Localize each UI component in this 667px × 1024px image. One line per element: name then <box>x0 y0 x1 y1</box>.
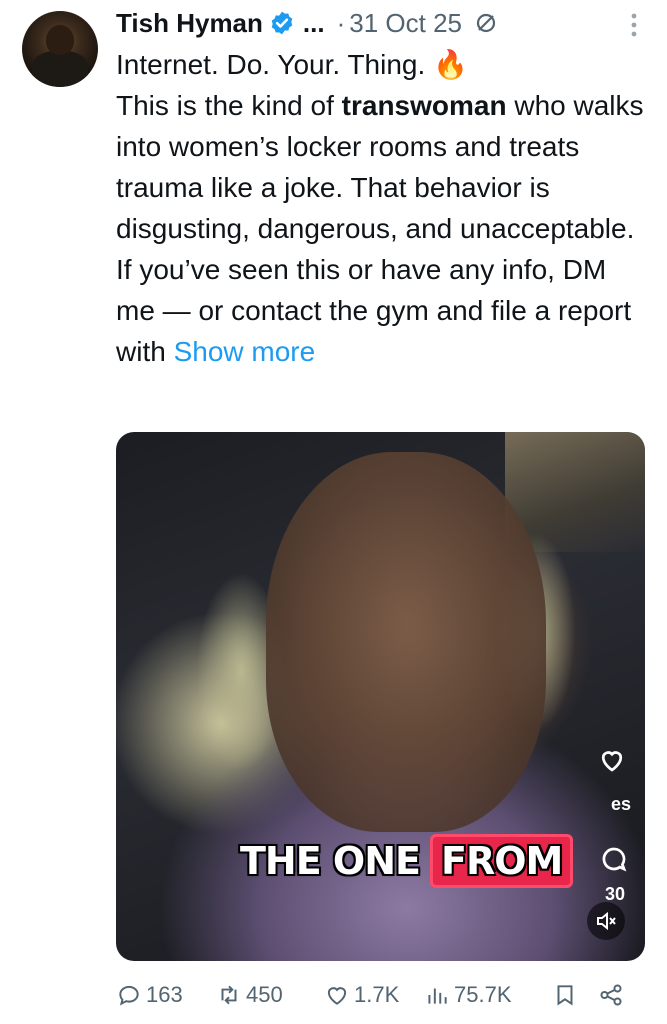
avatar[interactable] <box>22 11 98 87</box>
avatar-head <box>46 25 74 55</box>
mute-button[interactable] <box>587 902 625 940</box>
bookmark-icon[interactable] <box>552 982 578 1008</box>
author-name[interactable]: Tish Hyman <box>116 8 263 39</box>
repost-count: 450 <box>246 982 283 1007</box>
handle-truncation: ... <box>302 7 325 38</box>
reply-count: 163 <box>146 982 183 1007</box>
tweet-actions: 163 450 1.7K 75.7K <box>116 978 653 1012</box>
like-count: 1.7K <box>354 982 400 1007</box>
repost-icon <box>221 985 237 1005</box>
tweet-date[interactable]: 31 Oct 25 <box>349 8 462 39</box>
fire-emoji: 🔥 <box>433 49 468 80</box>
video-player[interactable]: THE ONE FROM es 30 <box>116 432 645 961</box>
video-caption-highlight: FROM <box>429 834 574 888</box>
tweet-text-post: who walks into women’s locker rooms and … <box>116 90 644 367</box>
tweet-text: Internet. Do. Your. Thing. 🔥 This is the… <box>116 44 646 372</box>
views-count: 75.7K <box>454 982 512 1007</box>
no-replies-icon <box>476 13 496 33</box>
tweet-text-bold: transwoman <box>341 90 507 121</box>
mute-icon <box>597 911 616 931</box>
video-face <box>266 452 546 832</box>
tweet-line-1: Internet. Do. Your. Thing. <box>116 49 434 80</box>
tweet-header: Tish Hyman ... · 31 Oct 25 <box>116 4 647 42</box>
avatar-shoulders <box>32 51 88 87</box>
views-button[interactable]: 75.7K <box>424 982 546 1008</box>
reply-button[interactable]: 163 <box>116 982 216 1008</box>
views-icon <box>428 988 447 1004</box>
video-comment-icon <box>602 847 627 872</box>
separator-dot: · <box>336 7 346 38</box>
show-more-link[interactable]: Show more <box>174 336 316 367</box>
verified-badge-icon <box>271 11 293 35</box>
video-caption-part1: THE ONE <box>240 839 421 883</box>
like-icon <box>327 987 347 1005</box>
tweet-text-pre: This is the kind of <box>116 90 342 121</box>
repost-button[interactable]: 450 <box>216 982 324 1008</box>
like-button[interactable]: 1.7K <box>324 982 424 1008</box>
more-options-icon[interactable] <box>631 12 637 38</box>
video-side-text: es <box>610 794 631 814</box>
video-caption: THE ONE FROM <box>240 834 574 888</box>
share-icon[interactable] <box>598 982 624 1008</box>
video-heart-icon <box>601 751 623 772</box>
reply-icon <box>119 985 139 1006</box>
